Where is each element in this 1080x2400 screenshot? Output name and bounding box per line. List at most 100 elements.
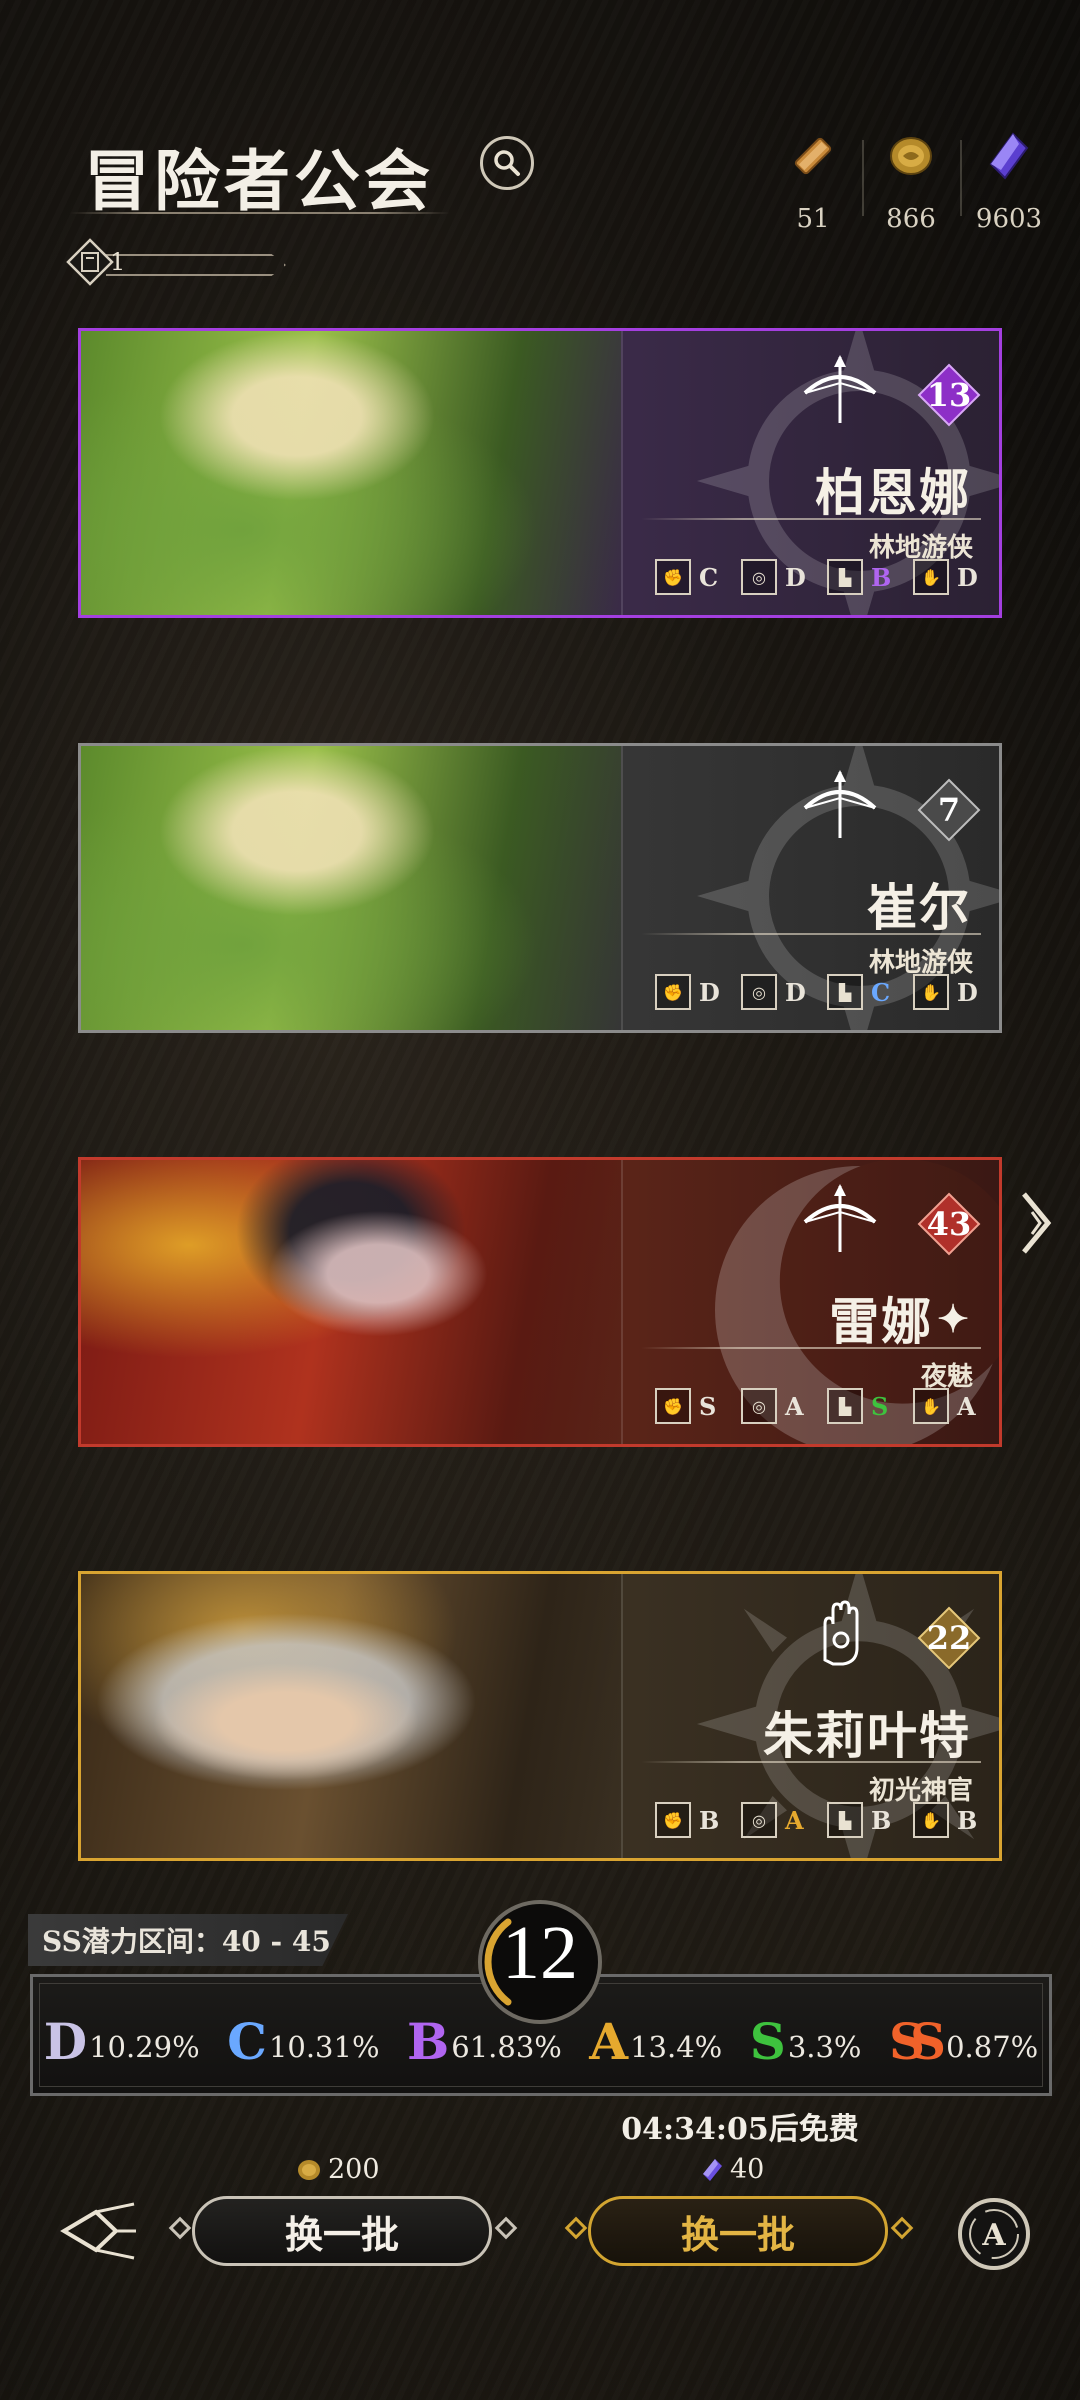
boot-icon: ▙ <box>827 974 863 1010</box>
title-underline <box>70 212 450 214</box>
recruit-level-medal: 12 <box>468 1900 612 2030</box>
prob-s: S 3.3% <box>749 2012 862 2071</box>
crystal-cost: 40 <box>700 2154 764 2185</box>
stat-magic: ◎ D <box>741 974 807 1010</box>
card-divider <box>621 1160 623 1444</box>
portrait-leina <box>81 1160 621 1444</box>
portrait-bernna <box>81 331 621 615</box>
page-title: 冒险者公会 <box>84 142 434 220</box>
counter-bar <box>106 254 286 276</box>
level-badge: 7 <box>917 778 981 842</box>
adventurer-name-text: 雷娜 <box>829 1292 934 1351</box>
back-icon[interactable] <box>56 2196 142 2266</box>
stat-magic: ◎ A <box>741 1388 807 1424</box>
resource-crystal-value: 9603 <box>975 204 1043 234</box>
boot-icon: ▙ <box>827 1388 863 1424</box>
stat-strength: ✊ S <box>655 1388 721 1424</box>
hand-icon: ✋ <box>913 1802 949 1838</box>
adventurer-card-2[interactable]: 7 崔尔 林地游侠 ✊ D ◎ D ▙ C ✋ D <box>78 743 1002 1033</box>
adventurer-name: 朱莉叶特 <box>763 1706 971 1765</box>
scroll-icon <box>794 137 832 175</box>
hand-icon: ✋ <box>913 1388 949 1424</box>
name-underline <box>641 1347 981 1349</box>
stat-strength: ✊ D <box>655 974 721 1010</box>
stat-row: ✊ C ◎ D ▙ B ✋ D <box>655 559 979 595</box>
stat-spirit: ✋ D <box>913 974 979 1010</box>
search-icon <box>494 150 520 176</box>
banner-icon <box>66 238 114 286</box>
adventurer-card-4[interactable]: 22 朱莉叶特 初光神官 ✊ B ◎ A ▙ B ✋ B <box>78 1571 1002 1861</box>
portrait-cuier <box>81 746 621 1030</box>
fist-icon: ✊ <box>655 1388 691 1424</box>
prob-d: D 10.29% <box>43 2012 200 2071</box>
stat-spirit: ✋ B <box>913 1802 979 1838</box>
resource-crystal[interactable]: 9603 <box>969 130 1049 234</box>
recruit-level: 12 <box>502 1911 578 1995</box>
adventurer-card-1[interactable]: 13 柏恩娜 林地游侠 ✊ C ◎ D ▙ B ✋ D <box>78 328 1002 618</box>
crystal-icon <box>703 2158 722 2181</box>
refresh-gold-button[interactable]: 换一批 <box>192 2196 492 2266</box>
card-divider <box>621 1574 623 1858</box>
fist-icon: ✊ <box>655 1802 691 1838</box>
level-value: 7 <box>937 791 961 829</box>
fist-icon: ✊ <box>655 559 691 595</box>
hand-icon: ✋ <box>913 974 949 1010</box>
stat-agility: ▙ B <box>827 559 893 595</box>
stat-agility: ▙ S <box>827 1388 893 1424</box>
refresh-crystal-button[interactable]: 换一批 <box>588 2196 888 2266</box>
swirl-icon: ◎ <box>741 974 777 1010</box>
adventurer-name: 雷娜 ✦ <box>829 1282 971 1354</box>
palm-icon <box>823 1600 859 1666</box>
card-divider <box>621 331 623 615</box>
level-badge: 22 <box>917 1606 981 1670</box>
swirl-icon: ◎ <box>741 559 777 595</box>
guild-counter: 1 <box>66 234 292 294</box>
adventurer-name: 崔尔 <box>867 878 971 937</box>
counter-value: 1 <box>110 248 126 276</box>
resource-scroll[interactable]: 51 <box>773 130 853 234</box>
fist-icon: ✊ <box>655 974 691 1010</box>
stat-spirit: ✋ A <box>913 1388 979 1424</box>
search-button[interactable] <box>480 136 534 190</box>
stat-magic: ◎ D <box>741 559 807 595</box>
stat-spirit: ✋ D <box>913 559 979 595</box>
boot-icon: ▙ <box>827 1802 863 1838</box>
name-underline <box>641 933 981 935</box>
stat-strength: ✊ B <box>655 1802 721 1838</box>
ss-potential-range: SS潜力区间：40 - 45 <box>28 1914 348 1966</box>
auto-refresh-icon[interactable]: A <box>954 2194 1034 2274</box>
gold-cost: 200 <box>296 2154 380 2185</box>
adventurer-card-3[interactable]: 43 雷娜 ✦ 夜魅 ✊ S ◎ A ▙ S ✋ A <box>78 1157 1002 1447</box>
gold-cost-value: 200 <box>328 2154 380 2185</box>
bow-icon <box>803 770 877 838</box>
stat-magic: ◎ A <box>741 1802 807 1838</box>
level-value: 43 <box>926 1205 972 1243</box>
stat-row: ✊ D ◎ D ▙ C ✋ D <box>655 974 979 1010</box>
level-badge: 13 <box>917 363 981 427</box>
stat-strength: ✊ C <box>655 559 721 595</box>
stat-row: ✊ B ◎ A ▙ B ✋ B <box>655 1802 979 1838</box>
name-underline <box>641 518 981 520</box>
prob-a: A 13.4% <box>589 2012 723 2071</box>
resource-divider <box>960 140 962 216</box>
next-page-arrow-icon[interactable] <box>1018 1190 1058 1256</box>
swirl-icon: ◎ <box>741 1802 777 1838</box>
probability-row: D 10.29% C 10.31% B 61.83% A 13.4% S 3.3% SS 0… <box>30 2012 1052 2071</box>
resource-gold-value: 866 <box>886 204 936 234</box>
resource-divider <box>862 140 864 216</box>
prob-b: B 61.83% <box>406 2012 562 2071</box>
stat-row: ✊ S ◎ A ▙ S ✋ A <box>655 1388 979 1424</box>
stat-agility: ▙ B <box>827 1802 893 1838</box>
level-value: 13 <box>926 376 972 414</box>
portrait-juliet <box>81 1574 621 1858</box>
level-badge: 43 <box>917 1192 981 1256</box>
crystal-cost-value: 40 <box>730 2154 765 2185</box>
boot-icon: ▙ <box>827 559 863 595</box>
bow-icon <box>803 355 877 423</box>
prob-c: C 10.31% <box>227 2012 380 2071</box>
resource-gold[interactable]: 866 <box>871 130 951 234</box>
svg-text:A: A <box>981 2218 1006 2253</box>
stat-agility: ▙ C <box>827 974 893 1010</box>
card-divider <box>621 746 623 1030</box>
free-refresh-timer: 04:34:05后免费 <box>621 2112 859 2147</box>
